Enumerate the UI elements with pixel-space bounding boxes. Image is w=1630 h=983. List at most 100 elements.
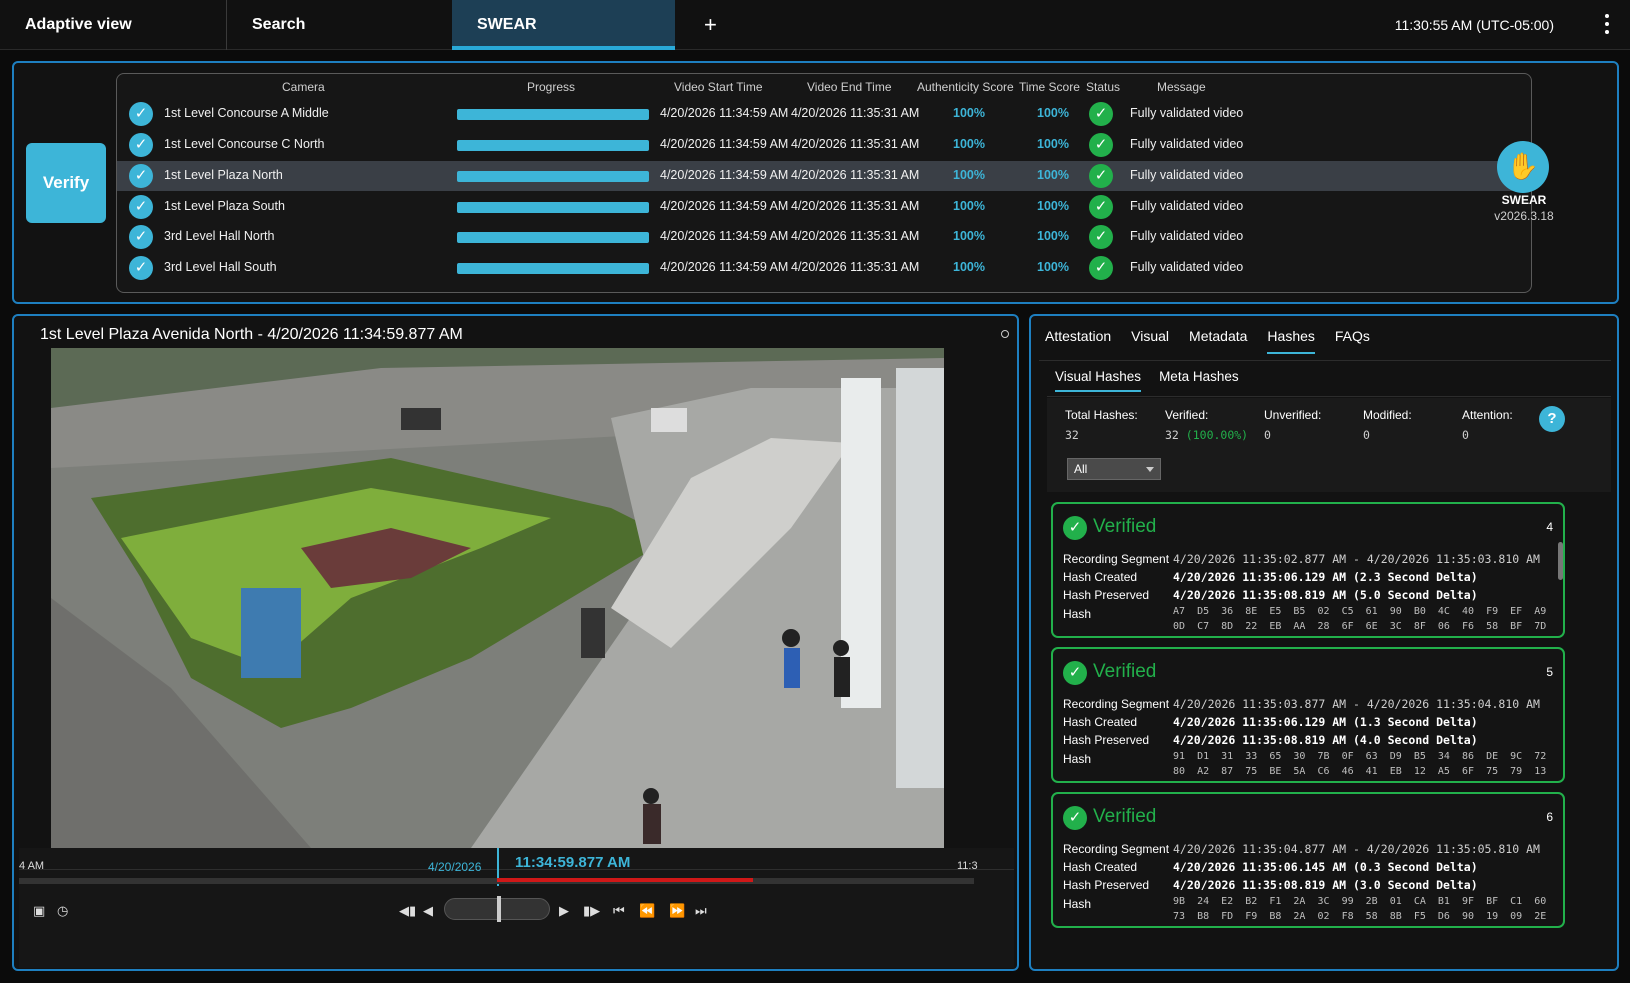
skip-start-icon[interactable]: ⏮: [613, 903, 625, 919]
hash-label: Hash: [1063, 897, 1092, 911]
chevron-down-icon: [1146, 467, 1154, 472]
hash-card: ✓ Verified 4 Recording Segment 4/20/2026 11:…: [1051, 502, 1565, 638]
total-hashes-label: Total Hashes:: [1065, 408, 1138, 422]
tab-visual-hashes[interactable]: Visual Hashes: [1055, 369, 1142, 392]
unverified-label: Unverified:: [1264, 408, 1322, 422]
time-score: 100%: [1037, 260, 1069, 274]
hash-details-panel: Attestation Visual Metadata Hashes FAQs Visu…: [1029, 314, 1619, 971]
segment-label: Recording Segment: [1063, 552, 1170, 566]
start-time: 4/20/2026 11:34:59 AM: [660, 229, 789, 243]
row-checkbox[interactable]: ✓: [129, 164, 153, 188]
next-frame-icon[interactable]: ⏩: [669, 903, 685, 919]
hash-filter-select[interactable]: All: [1067, 458, 1161, 480]
brand-version: v2026.3.18: [1494, 209, 1554, 223]
verification-panel: Verify Camera Progress Video Start Time …: [12, 61, 1619, 304]
table-row[interactable]: ✓ 3rd Level Hall North 4/20/2026 11:34:59 …: [117, 222, 1531, 252]
progress-bar: [457, 202, 649, 213]
hash-card: ✓ Verified 6 Recording Segment 4/20/2026 11:…: [1051, 792, 1565, 928]
table-row[interactable]: ✓ 3rd Level Hall South 4/20/2026 11:34:59 …: [117, 253, 1531, 283]
status-message: Fully validated video: [1130, 260, 1244, 274]
preserved-value: 4/20/2026 11:35:08.819 AM (4.0 Second De…: [1173, 733, 1478, 747]
playback-timeline[interactable]: 4 AM 11:3 4/20/2026 11:34:59.877 AM ▣ ◷ …: [19, 848, 1014, 968]
camera-name: 1st Level Concourse A Middle: [164, 106, 329, 120]
camera-name: 3rd Level Hall South: [164, 260, 277, 274]
video-frame[interactable]: [51, 348, 944, 848]
status-check-icon: ✓: [1089, 133, 1113, 157]
card-number: 6: [1546, 810, 1553, 824]
hash-filter-value: All: [1074, 462, 1088, 476]
add-tab-button[interactable]: +: [690, 0, 730, 50]
tab-metadata[interactable]: Metadata: [1189, 328, 1247, 352]
status-check-icon: ✓: [1089, 164, 1113, 188]
verified-check-icon: ✓: [1063, 661, 1087, 685]
video-panel: 1st Level Plaza Avenida North - 4/20/202…: [12, 314, 1019, 971]
video-options-icon[interactable]: [1001, 330, 1009, 338]
hash-card-list[interactable]: ✓ Verified 4 Recording Segment 4/20/2026 11:…: [1047, 502, 1587, 962]
jog-knob[interactable]: [497, 896, 501, 922]
total-hashes-value: 32: [1065, 428, 1079, 442]
time-score: 100%: [1037, 137, 1069, 151]
card-list-scrollbar[interactable]: [1558, 542, 1563, 580]
end-time: 4/20/2026 11:35:31 AM: [791, 229, 920, 243]
more-menu-icon[interactable]: [1602, 14, 1612, 38]
tab-hashes[interactable]: Hashes: [1267, 328, 1315, 354]
row-checkbox[interactable]: ✓: [129, 102, 153, 126]
tab-attestation[interactable]: Attestation: [1045, 328, 1111, 352]
created-label: Hash Created: [1063, 860, 1138, 874]
table-row[interactable]: ✓ 1st Level Concourse C North 4/20/2026 11…: [117, 130, 1531, 160]
card-status: Verified: [1093, 806, 1157, 827]
prev-frame-icon[interactable]: ⏪: [639, 903, 655, 919]
start-time: 4/20/2026 11:34:59 AM: [660, 137, 789, 151]
row-checkbox[interactable]: ✓: [129, 256, 153, 280]
status-check-icon: ✓: [1089, 225, 1113, 249]
verify-button[interactable]: Verify: [26, 143, 106, 223]
verified-check-icon: ✓: [1063, 806, 1087, 830]
camera-table: Camera Progress Video Start Time Video E…: [116, 73, 1532, 293]
hash-line-1: 91 D1 31 33 65 30 7B 0F 63 D9 B5 34 86 D…: [1173, 751, 1547, 762]
hash-card: ✓ Verified 5 Recording Segment 4/20/2026 11:…: [1051, 647, 1565, 783]
clock-icon[interactable]: ◷: [57, 903, 68, 919]
skip-end-icon[interactable]: ⏭: [695, 903, 707, 919]
tab-swear[interactable]: SWEAR: [452, 0, 675, 50]
card-status: Verified: [1093, 516, 1157, 537]
modified-value: 0: [1363, 428, 1370, 442]
preserved-value: 4/20/2026 11:35:08.819 AM (5.0 Second De…: [1173, 588, 1478, 602]
attention-label: Attention:: [1462, 408, 1513, 422]
verified-count: 32: [1165, 428, 1179, 442]
tab-meta-hashes[interactable]: Meta Hashes: [1159, 369, 1239, 390]
help-icon[interactable]: ?: [1539, 406, 1565, 432]
tab-faqs[interactable]: FAQs: [1335, 328, 1370, 352]
tab-adaptive-view[interactable]: Adaptive view: [0, 0, 226, 50]
row-checkbox[interactable]: ✓: [129, 133, 153, 157]
created-label: Hash Created: [1063, 570, 1138, 584]
table-row[interactable]: ✓ 1st Level Plaza South 4/20/2026 11:34:59…: [117, 192, 1531, 222]
status-message: Fully validated video: [1130, 229, 1244, 243]
tab-visual[interactable]: Visual: [1131, 328, 1169, 352]
clock: 11:30:55 AM (UTC-05:00): [1394, 17, 1554, 33]
time-score: 100%: [1037, 199, 1069, 213]
end-time: 4/20/2026 11:35:31 AM: [791, 260, 920, 274]
play-reverse-icon[interactable]: ◀: [423, 903, 433, 919]
authenticity-score: 100%: [953, 229, 985, 243]
progress-bar: [457, 109, 649, 120]
tab-search[interactable]: Search: [226, 0, 452, 50]
col-start: Video Start Time: [674, 80, 763, 94]
snapshot-icon[interactable]: ▣: [33, 903, 45, 919]
card-number: 5: [1546, 665, 1553, 679]
table-row[interactable]: ✓ 1st Level Plaza North 4/20/2026 11:34:59…: [117, 161, 1531, 191]
col-message: Message: [1157, 80, 1206, 94]
rewind-icon[interactable]: ◀▮: [399, 903, 416, 919]
detail-tabs: Attestation Visual Metadata Hashes FAQs: [1045, 328, 1390, 358]
hash-line-2: 73 B8 FD F9 B8 2A 02 F8 58 8B F5 D6 90 1…: [1173, 911, 1547, 922]
step-forward-icon[interactable]: ▮▶: [583, 903, 600, 919]
row-checkbox[interactable]: ✓: [129, 225, 153, 249]
modified-label: Modified:: [1363, 408, 1412, 422]
table-row[interactable]: ✓ 1st Level Concourse A Middle 4/20/2026 1…: [117, 99, 1531, 129]
camera-name: 3rd Level Hall North: [164, 229, 275, 243]
preserved-value: 4/20/2026 11:35:08.819 AM (3.0 Second De…: [1173, 878, 1478, 892]
progress-bar: [457, 232, 649, 243]
play-icon[interactable]: ▶: [559, 903, 569, 919]
unverified-value: 0: [1264, 428, 1271, 442]
row-checkbox[interactable]: ✓: [129, 195, 153, 219]
hash-line-1: 9B 24 E2 B2 F1 2A 3C 99 2B 01 CA B1 9F B…: [1173, 896, 1547, 907]
